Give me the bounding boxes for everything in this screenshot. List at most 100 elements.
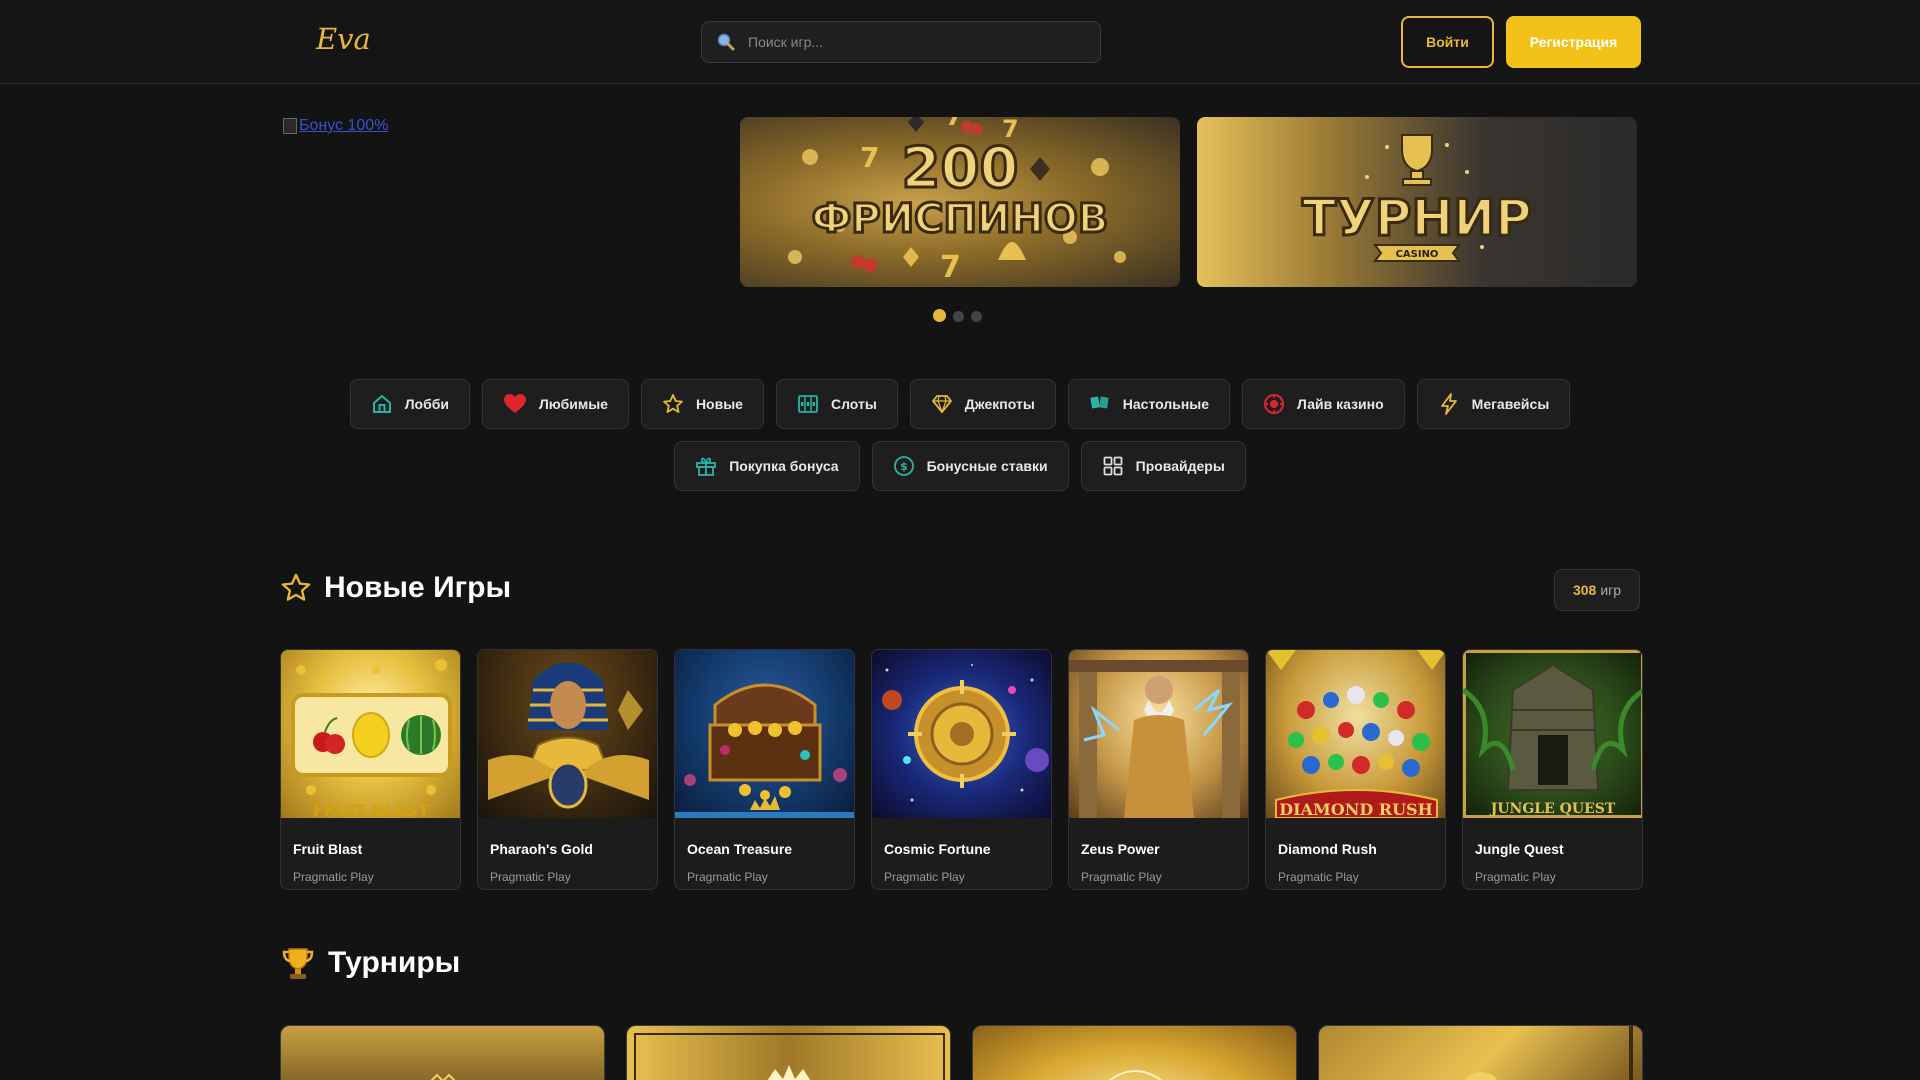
gift-icon — [696, 457, 717, 476]
section-title: Турниры — [328, 946, 461, 979]
games-count: 308 — [1572, 582, 1597, 598]
register-button[interactable]: Регистрация — [1506, 16, 1641, 68]
category-label: Джекпоты — [964, 396, 1035, 412]
category-bonus-bets[interactable]: $ Бонусные ставки — [871, 441, 1069, 491]
svg-text:7: 7 — [860, 141, 879, 174]
category-providers[interactable]: Провайдеры — [1080, 441, 1246, 491]
game-card[interactable]: Cosmic Fortune Pragmatic Play — [871, 649, 1052, 890]
coin-icon: $ — [893, 456, 914, 476]
category-label: Новые — [695, 396, 743, 412]
game-provider: Pragmatic Play — [490, 870, 571, 884]
tournament-banner-ribbon: CASINO — [1396, 249, 1439, 260]
category-table[interactable]: Настольные — [1067, 379, 1231, 429]
category-label: Провайдеры — [1135, 458, 1225, 474]
game-thumbnail — [675, 650, 854, 818]
tournament-card[interactable] — [1318, 1025, 1643, 1080]
game-card[interactable]: Zeus Power Pragmatic Play — [1068, 649, 1249, 890]
cards-icon — [1090, 396, 1109, 409]
category-new[interactable]: Новые — [640, 379, 764, 429]
tournaments-heading: Турниры — [280, 945, 460, 981]
search-icon — [717, 33, 735, 51]
grid-icon — [1103, 456, 1123, 476]
svg-text:7: 7 — [945, 117, 963, 132]
tournament-card[interactable] — [972, 1025, 1297, 1080]
category-lobby[interactable]: Лобби — [349, 379, 470, 429]
login-button[interactable]: Войти — [1401, 16, 1494, 68]
game-name: Fruit Blast — [293, 841, 363, 857]
category-favorites[interactable]: Любимые — [481, 379, 629, 429]
game-thumbnail: FRUIT BLAST — [281, 650, 460, 818]
slots-icon — [798, 395, 818, 413]
category-label: Бонусные ставки — [926, 458, 1048, 474]
tournament-banner-text: ТУРНИР — [1302, 189, 1532, 247]
star-icon — [281, 573, 311, 601]
new-games-list: FRUIT BLAST Fruit Blast Pragmatic Play P… — [280, 649, 1643, 890]
category-label: Любимые — [538, 396, 608, 412]
bonus-banner-alt-text: Бонус 100% — [299, 117, 389, 134]
category-label: Мегавейсы — [1471, 396, 1550, 412]
carousel-dots — [933, 309, 982, 322]
tournament-banner-art: ТУРНИР CASINO — [1301, 134, 1533, 262]
game-thumbnail: JUNGLE QUEST — [1463, 650, 1642, 818]
game-card[interactable]: FRUIT BLAST Fruit Blast Pragmatic Play — [280, 649, 461, 890]
tournament-card[interactable] — [280, 1025, 605, 1080]
banner-freespins[interactable]: 7 7 7 7 200 ФРИСПИНОВ — [740, 117, 1180, 287]
game-art-title: JUNGLE QUEST — [1489, 801, 1616, 817]
search-bar[interactable] — [701, 21, 1101, 63]
category-row-2: Покупка бонуса $ Бонусные ставки Провайд… — [0, 441, 1920, 491]
games-count-badge: 308 игр — [1554, 569, 1640, 611]
heart-icon — [503, 394, 526, 413]
game-name: Diamond Rush — [1278, 841, 1377, 857]
carousel-dot-2[interactable] — [953, 310, 964, 322]
game-provider: Pragmatic Play — [1475, 870, 1556, 884]
svg-text:$: $ — [900, 460, 908, 473]
game-provider: Pragmatic Play — [1278, 870, 1359, 884]
broken-image-icon — [283, 118, 297, 134]
game-provider: Pragmatic Play — [1081, 870, 1162, 884]
game-card[interactable]: JUNGLE QUEST Jungle Quest Pragmatic Play — [1462, 649, 1643, 890]
game-art-title: FRUIT BLAST — [313, 801, 429, 818]
lightning-icon — [1440, 393, 1457, 415]
category-label: Лайв казино — [1297, 396, 1384, 412]
game-card[interactable]: Pharaoh's Gold Pragmatic Play — [477, 649, 658, 890]
diamond-icon — [931, 395, 952, 414]
games-count-unit: игр — [1600, 582, 1622, 598]
game-thumbnail — [478, 650, 657, 818]
header: Eva Войти Регистрация — [0, 0, 1920, 84]
game-name: Pharaoh's Gold — [490, 841, 593, 857]
category-label: Лобби — [404, 396, 449, 412]
section-title: Новые Игры — [324, 571, 512, 604]
new-games-heading: Новые Игры — [280, 571, 511, 605]
tournament-card[interactable] — [626, 1025, 951, 1080]
game-thumbnail: DIAMOND RUSH — [1266, 650, 1445, 818]
carousel-dot-3[interactable] — [971, 310, 982, 322]
game-thumbnail — [872, 650, 1051, 818]
category-buy-bonus[interactable]: Покупка бонуса — [674, 441, 860, 491]
bonus-banner-broken-image[interactable]: Бонус 100% — [283, 117, 388, 135]
game-card[interactable]: DIAMOND RUSH Diamond Rush Pragmatic Play — [1265, 649, 1446, 890]
category-live-casino[interactable]: Лайв казино — [1242, 379, 1405, 429]
game-card[interactable]: Ocean Treasure Pragmatic Play — [674, 649, 855, 890]
game-provider: Pragmatic Play — [884, 870, 965, 884]
game-name: Zeus Power — [1081, 841, 1160, 857]
logo[interactable]: Eva — [316, 22, 371, 56]
banner-tournament[interactable]: ТУРНИР CASINO — [1197, 117, 1637, 287]
category-label: Слоты — [830, 396, 877, 412]
svg-text:7: 7 — [940, 250, 961, 285]
freespins-banner-text: ФРИСПИНОВ — [812, 196, 1109, 242]
chip-icon — [1264, 394, 1285, 414]
game-name: Ocean Treasure — [687, 841, 793, 857]
category-megaways[interactable]: Мегавейсы — [1416, 379, 1571, 429]
carousel-dot-1[interactable] — [933, 309, 946, 322]
trophy-icon — [1401, 134, 1433, 186]
category-slots[interactable]: Слоты — [775, 379, 898, 429]
category-jackpots[interactable]: Джекпоты — [909, 379, 1056, 429]
search-input[interactable] — [748, 34, 1078, 50]
game-provider: Pragmatic Play — [687, 870, 768, 884]
game-name: Cosmic Fortune — [884, 841, 991, 857]
category-label: Настольные — [1122, 396, 1210, 412]
category-row-1: Лобби Любимые Новые Слоты Джекпоты Насто… — [0, 379, 1920, 429]
home-icon — [372, 395, 391, 413]
game-name: Jungle Quest — [1475, 841, 1564, 857]
game-thumbnail — [1069, 650, 1248, 818]
